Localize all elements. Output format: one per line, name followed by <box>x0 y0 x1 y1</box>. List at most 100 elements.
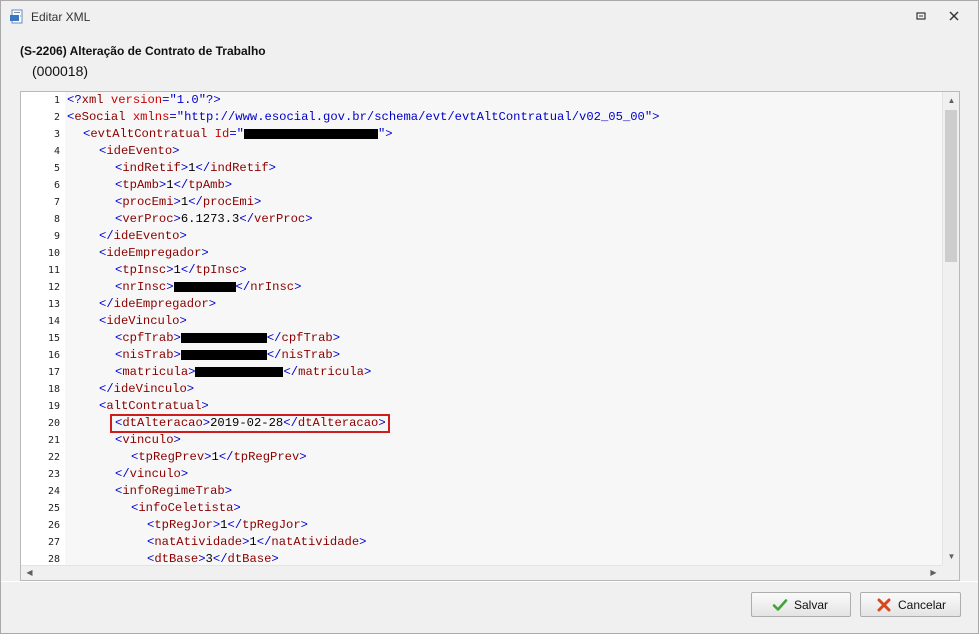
xml-code-line[interactable]: <tpInsc>1</tpInsc> <box>115 262 247 279</box>
xml-code-line[interactable]: <ideVinculo> <box>99 313 187 330</box>
xml-token: </ <box>99 382 114 396</box>
xml-code-line[interactable]: <nrInsc> </nrInsc> <box>115 279 301 296</box>
xml-code-line[interactable]: <evtAltContratual Id=" "> <box>83 126 393 143</box>
xml-editor[interactable]: 1 2 3 4 5 6 7 8 9 10 11 12 13 14 15 16 17 18 19 20 21 22 23 24 2… <box>20 91 960 581</box>
xml-token: "1.0" <box>169 93 207 107</box>
line-number: 10 <box>47 248 60 259</box>
xml-token: <? <box>67 93 82 107</box>
scroll-down-arrow-icon[interactable]: ▼ <box>943 548 959 565</box>
line-number: 2 <box>53 112 60 123</box>
xml-code-area[interactable]: <?xml version="1.0"?> <eSocial xmlns="htt… <box>65 92 942 565</box>
scroll-up-arrow-icon[interactable]: ▲ <box>943 92 959 109</box>
xml-code-line[interactable]: <infoRegimeTrab> <box>115 483 232 500</box>
line-number: 9 <box>53 231 60 242</box>
cancel-button[interactable]: Cancelar <box>860 592 961 617</box>
xml-token: > <box>186 382 195 396</box>
xml-token: eSocial <box>74 110 126 124</box>
xml-code-line[interactable]: <matricula> </matricula> <box>115 364 371 381</box>
line-number: 5 <box>53 163 60 174</box>
xml-code-line[interactable]: <ideEmpregador> <box>99 245 209 262</box>
xml-token: > <box>332 348 341 362</box>
redacted-value <box>195 366 284 377</box>
xml-token: > <box>294 280 302 294</box>
xml-code-line[interactable]: <indRetif>1</indRetif> <box>115 160 276 177</box>
line-number: 8 <box>53 214 60 225</box>
line-number: 13 <box>47 299 60 310</box>
xml-token: > <box>300 518 308 532</box>
cancel-button-label: Cancelar <box>898 597 947 612</box>
line-number: 11 <box>47 265 60 276</box>
xml-token: infoCeletista <box>138 501 234 515</box>
xml-token: ideEvento <box>113 229 180 243</box>
xml-token: > <box>173 212 181 226</box>
event-title: (S-2206) Alteração de Contrato de Trabal… <box>20 44 266 58</box>
xml-token: </ <box>173 178 189 192</box>
xml-code-line[interactable]: </ideEmpregador> <box>99 296 216 313</box>
divider <box>1 581 978 582</box>
xml-code-line[interactable]: </ideVinculo> <box>99 381 194 398</box>
line-number: 4 <box>53 146 60 157</box>
xml-token: 1 <box>173 263 181 277</box>
xml-token: </ <box>283 365 299 379</box>
restore-icon[interactable] <box>914 9 928 23</box>
xml-code-line[interactable]: <natAtividade>1</natAtividade> <box>147 534 366 551</box>
xml-code-line[interactable]: <vinculo> <box>115 432 181 449</box>
xml-code-line[interactable]: <tpRegPrev>1</tpRegPrev> <box>131 449 307 466</box>
xml-token: > <box>201 246 209 260</box>
vertical-scroll-thumb[interactable] <box>945 110 957 262</box>
xml-token: </ <box>212 552 228 565</box>
xml-code-line[interactable]: <nisTrab> </nisTrab> <box>115 347 340 364</box>
xml-token: > <box>305 212 313 226</box>
xml-token: > <box>173 195 181 209</box>
scrollbar-corner <box>942 565 959 580</box>
save-button[interactable]: Salvar <box>751 592 851 617</box>
xml-code-line[interactable]: <verProc>6.1273.3</verProc> <box>115 211 313 228</box>
line-number: 1 <box>53 95 60 106</box>
xml-token: tpAmb <box>188 178 225 192</box>
xml-token: verProc <box>254 212 306 226</box>
line-number: 19 <box>47 401 60 412</box>
xml-token: </ <box>239 212 255 226</box>
xml-code-line[interactable]: <infoCeletista> <box>131 500 241 517</box>
xml-token: > <box>198 552 206 565</box>
scroll-right-arrow-icon[interactable]: ▶ <box>925 565 942 580</box>
xml-token: tpRegPrev <box>138 450 205 464</box>
xml-token: > <box>173 331 181 345</box>
window-title: Editar XML <box>31 10 91 24</box>
scroll-left-arrow-icon[interactable]: ◀ <box>21 565 38 580</box>
xml-code-line[interactable]: <ideEvento> <box>99 143 179 160</box>
xml-code-line[interactable]: </vinculo> <box>115 466 188 483</box>
title-bar[interactable]: Editar XML <box>1 1 978 33</box>
xml-token: </ <box>188 195 203 209</box>
horizontal-scrollbar[interactable]: ◀ ▶ <box>21 565 942 580</box>
xml-token: </ <box>266 348 282 362</box>
redacted-value <box>173 281 236 292</box>
xml-code-line[interactable]: <cpfTrab> </cpfTrab> <box>115 330 340 347</box>
line-number: 23 <box>47 469 60 480</box>
close-icon[interactable] <box>947 9 961 23</box>
xml-code-line[interactable]: <tpRegJor>1</tpRegJor> <box>147 517 308 534</box>
xml-code-line[interactable]: <tpAmb>1</tpAmb> <box>115 177 232 194</box>
xml-token: > <box>268 161 276 175</box>
xml-token: nisTrab <box>122 348 174 362</box>
line-number: 22 <box>47 452 60 463</box>
xml-code-line[interactable]: <dtBase>3</dtBase> <box>147 551 279 565</box>
xml-token: tpInsc <box>122 263 167 277</box>
xml-token: 1 <box>211 450 219 464</box>
xml-code-line[interactable]: <altContratual> <box>99 398 209 415</box>
save-button-label: Salvar <box>794 597 829 612</box>
xml-token: </ <box>235 280 251 294</box>
xml-token: "http://www.esocial.gov.br/schema/evt/ev… <box>176 110 653 124</box>
xml-token: procEmi <box>122 195 174 209</box>
xml-token: vinculo <box>122 433 174 447</box>
xml-token: </ <box>99 297 114 311</box>
xml-document-icon <box>9 9 25 25</box>
xml-token: " <box>236 127 244 141</box>
xml-code-line[interactable]: </ideEvento> <box>99 228 187 245</box>
xml-code-line[interactable]: <?xml version="1.0"?> <box>67 92 221 109</box>
xml-code-line[interactable]: <eSocial xmlns="http://www.esocial.gov.b… <box>67 109 659 126</box>
edit-xml-dialog: Editar XML (S-2206) Alteração de Contrat… <box>0 0 979 634</box>
vertical-scrollbar[interactable]: ▲ ▼ <box>942 92 959 565</box>
xml-code-line[interactable]: <procEmi>1</procEmi> <box>115 194 261 211</box>
xml-token: > <box>254 195 262 209</box>
